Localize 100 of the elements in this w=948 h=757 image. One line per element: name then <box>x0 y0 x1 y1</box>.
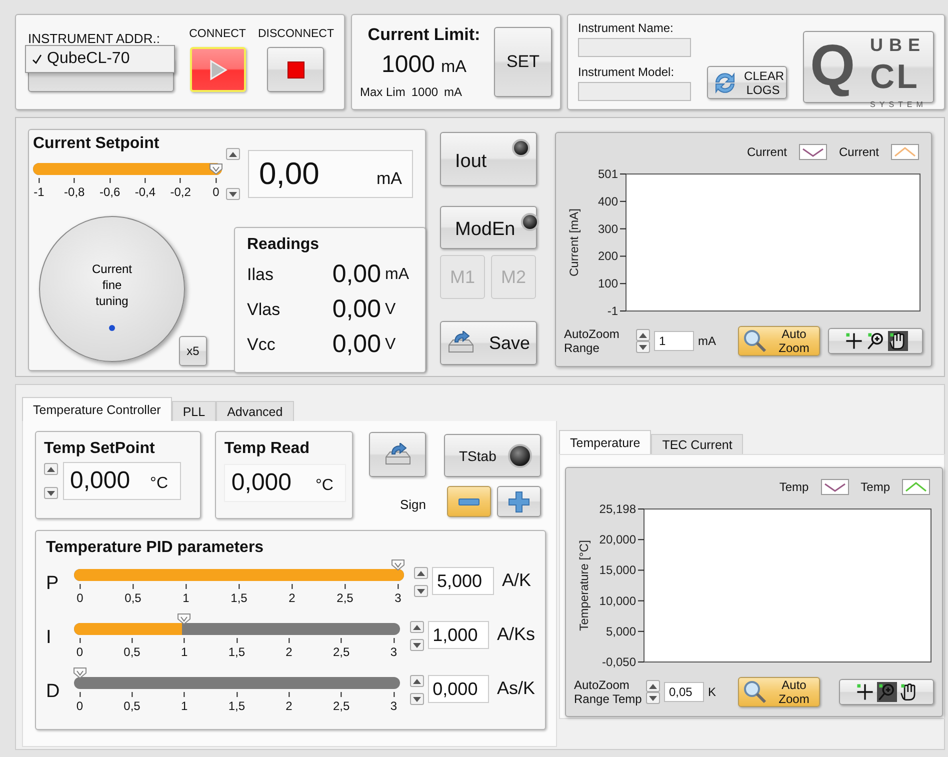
auto-zoom-button[interactable]: Auto Zoom <box>738 326 820 356</box>
tab[interactable]: Temperature Controller <box>22 397 172 421</box>
reading-value: 0,00 <box>331 330 381 359</box>
value-text: 0,000 <box>231 469 292 497</box>
arrow-up-icon <box>417 570 425 576</box>
input-field[interactable]: 1 <box>654 331 694 351</box>
tab[interactable]: PLL <box>172 401 216 421</box>
tuning-knob[interactable]: Current fine tuning <box>39 216 185 362</box>
spin-down-button[interactable] <box>410 639 424 651</box>
panel-title: Temp Read <box>224 440 310 458</box>
slider-thumb[interactable] <box>391 559 405 571</box>
unit-label: mA <box>376 169 402 189</box>
minus-button[interactable] <box>447 486 491 517</box>
tick-label: 200 <box>598 249 626 264</box>
button-label: DISCONNECT <box>258 28 334 40</box>
disconnect-button[interactable] <box>267 47 324 92</box>
reading-value: 0,00 <box>331 295 381 324</box>
spin-down-button[interactable] <box>226 188 240 200</box>
spin-up-button[interactable] <box>410 675 424 687</box>
axis-title: Temperature [°C] <box>577 540 591 631</box>
legend-label: Current <box>838 145 879 159</box>
plus-button[interactable] <box>497 486 541 517</box>
tick-label: -0,050 <box>602 655 644 668</box>
spin-down-button[interactable] <box>410 693 424 705</box>
tick-label: 300 <box>598 222 626 236</box>
field-label: Instrument Model: <box>578 65 676 79</box>
crosshair-icon[interactable] <box>854 682 874 702</box>
tick-label: 15,000 <box>599 563 644 578</box>
panel-title: Readings <box>247 236 320 254</box>
clear-logs-button[interactable]: CLEAR LOGS <box>707 66 788 99</box>
input-field[interactable]: 0,000 <box>428 675 489 703</box>
logo-text: CL <box>870 62 920 92</box>
spin-down-button[interactable] <box>414 585 428 597</box>
value-text: 0,000 <box>70 467 130 495</box>
slider-track[interactable] <box>74 623 400 635</box>
menu-item[interactable]: QubeCL-70 <box>32 50 130 68</box>
slider-thumb[interactable] <box>72 667 87 679</box>
save-button[interactable]: Save <box>440 321 537 365</box>
play-icon <box>208 58 228 80</box>
spin-up-button[interactable] <box>414 567 428 579</box>
hand-icon[interactable] <box>888 331 908 351</box>
tick-label: 3 <box>394 584 402 605</box>
auto-zoom-button[interactable]: Auto Zoom <box>738 677 820 707</box>
spin-up-button[interactable] <box>646 680 660 692</box>
numeric-display[interactable]: 0,00 mA <box>248 150 413 198</box>
tick-label: 1,5 <box>230 584 248 605</box>
zoom-icon[interactable] <box>876 682 896 702</box>
slider-thumb[interactable] <box>177 613 192 625</box>
slider-track[interactable] <box>74 677 400 689</box>
save-button[interactable] <box>369 432 426 477</box>
toggle-button[interactable]: TStab <box>444 434 541 477</box>
tick-label: 0,5 <box>124 584 142 605</box>
spin-down-button[interactable] <box>44 487 58 499</box>
plus-icon <box>508 490 530 512</box>
tick-label: 501 <box>598 167 626 181</box>
toggle-button[interactable]: ModEn <box>440 206 537 250</box>
slider-track[interactable] <box>74 569 404 581</box>
button-label: CONNECT <box>189 28 246 40</box>
input-field[interactable] <box>578 82 692 101</box>
arrow-up-icon <box>649 684 657 688</box>
crosshair-icon[interactable] <box>844 331 864 351</box>
tick-label: 25,198 <box>599 502 644 516</box>
reading-label: Vlas <box>247 300 282 320</box>
toggle-button[interactable]: Iout <box>440 132 537 186</box>
field-label: AutoZoom Range Temp <box>574 678 642 706</box>
logo-text: SYSTEM <box>870 100 927 108</box>
spin-down-button[interactable] <box>646 692 660 704</box>
field-label: Sign <box>400 497 426 512</box>
unit-label: mA <box>440 57 466 77</box>
tick-label: 1 <box>180 638 188 659</box>
unit-label: A/Ks <box>496 624 535 645</box>
magnifier-icon <box>743 680 768 704</box>
spin-up-button[interactable] <box>410 621 424 633</box>
spin-up-button[interactable] <box>636 329 650 341</box>
set-button[interactable]: SET <box>494 27 552 97</box>
tab[interactable]: Advanced <box>216 401 294 421</box>
tab[interactable]: TEC Current <box>651 434 744 454</box>
arrow-down-icon <box>639 344 647 350</box>
panel-title: Current Limit: <box>368 25 480 45</box>
multiplier-button[interactable]: x5 <box>179 336 207 366</box>
numeric-field[interactable]: 0,000 °C <box>63 462 181 500</box>
zoom-icon[interactable] <box>866 331 886 351</box>
spin-up-button[interactable] <box>44 463 58 475</box>
tick-label: 0 <box>76 638 83 659</box>
input-field[interactable]: 1,000 <box>428 621 489 649</box>
arrow-up-icon <box>47 466 55 472</box>
spin-down-button[interactable] <box>636 341 650 353</box>
value-text: 0,00 <box>259 156 320 192</box>
input-field[interactable]: 5,000 <box>432 567 494 595</box>
arrow-up-icon <box>412 678 421 684</box>
connect-button[interactable] <box>190 47 246 92</box>
tick-label: -0,2 <box>170 178 191 199</box>
input-field[interactable] <box>578 38 692 57</box>
spin-up-button[interactable] <box>226 148 240 160</box>
tab[interactable]: Temperature <box>559 430 652 454</box>
input-field[interactable]: 0,05 <box>664 682 704 702</box>
tick-label: 3 <box>390 638 397 659</box>
slider-track[interactable] <box>33 163 222 175</box>
reading-value: 0,00 <box>331 260 381 289</box>
tick-label: 0 <box>76 584 84 605</box>
